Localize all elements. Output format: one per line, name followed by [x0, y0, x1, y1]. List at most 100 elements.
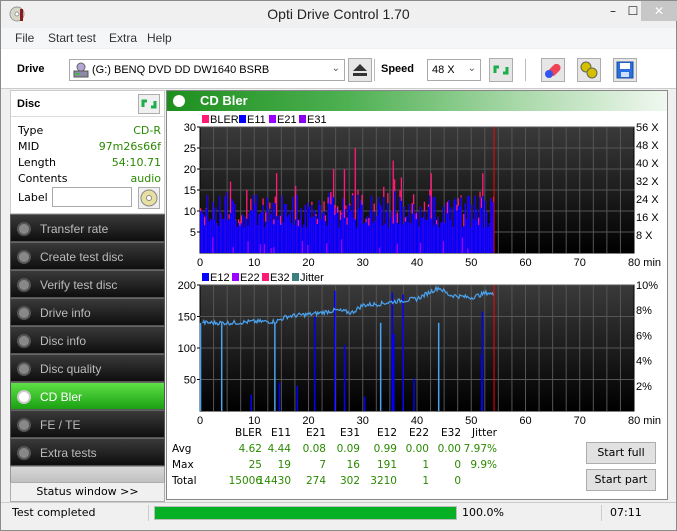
- e11-bar: [292, 196, 294, 253]
- nav-transfer-rate[interactable]: Transfer rate: [10, 214, 165, 242]
- e11-bar: [275, 216, 278, 253]
- charts-area: BLER E11 E21 E31 5 10 15 20 25 30 8 X 16 X 24 X 3…: [178, 114, 661, 427]
- chart2-plot: 50 100 150 200 2% 4% 6% 8% 10% 0 10 20 30 40 50 60 70 80 …: [178, 280, 661, 427]
- e11-bar: [311, 204, 313, 253]
- start-full-button[interactable]: Start full: [586, 442, 656, 464]
- nav-fe-te[interactable]: FE / TE: [10, 410, 165, 438]
- e11-bar: [248, 213, 251, 253]
- e11-bar: [235, 220, 237, 253]
- menu-start-test[interactable]: Start test: [48, 31, 96, 45]
- minimize-button[interactable]: –: [603, 1, 623, 21]
- e11-bar: [224, 196, 226, 253]
- nav-disc-info[interactable]: Disc info: [10, 326, 165, 354]
- e11-bar: [487, 227, 489, 253]
- maximize-button[interactable]: ☐: [623, 1, 643, 21]
- start-part-button[interactable]: Start part: [586, 469, 656, 491]
- y2-tick-label: 16 X: [636, 212, 659, 224]
- panel-title: CD Bler: [200, 93, 248, 108]
- e11-bar: [200, 211, 202, 253]
- e21-bar: [341, 239, 343, 253]
- e11-bar: [335, 207, 337, 253]
- y2-tick-label: 10%: [636, 280, 658, 292]
- status-divider: [148, 505, 149, 521]
- e11-bar: [331, 196, 333, 253]
- e11-bar: [350, 210, 352, 253]
- y-tick-label: 150: [178, 312, 196, 324]
- e11-bar: [209, 218, 211, 253]
- e11-bar: [434, 197, 436, 253]
- e11-bar: [406, 216, 408, 253]
- x-tick-label: 80 min: [628, 415, 661, 427]
- x-tick-label: 50: [465, 257, 477, 269]
- e11-bar: [233, 204, 236, 253]
- nav-extra-tests[interactable]: Extra tests: [10, 438, 165, 466]
- e11-bar: [433, 225, 435, 253]
- e11-bar: [393, 191, 396, 253]
- e11-bar: [464, 203, 466, 253]
- menu-help[interactable]: Help: [147, 31, 172, 45]
- e11-bar: [332, 197, 335, 253]
- status-bar: Test completed 100.0% 07:11: [1, 502, 676, 522]
- nav-verify-test-disc[interactable]: Verify test disc: [10, 270, 165, 298]
- menu-file[interactable]: File: [15, 31, 34, 45]
- e11-bar: [418, 226, 420, 253]
- e11-bar: [438, 227, 441, 253]
- e21-bar: [419, 242, 422, 253]
- drive-select[interactable]: (G:) BENQ DVD DD DW1640 BSRB ⌄: [69, 59, 345, 81]
- nav-drive-info[interactable]: Drive info: [10, 298, 165, 326]
- refresh-speed-button[interactable]: [489, 58, 513, 82]
- e11-bar: [437, 216, 439, 253]
- legend-swatch-e12: [202, 273, 209, 281]
- disc-refresh-button[interactable]: [138, 94, 160, 114]
- e11-bar: [206, 195, 209, 253]
- e11-bar: [402, 224, 404, 253]
- speed-select[interactable]: 48 X ⌄: [427, 59, 481, 81]
- disc-label-button[interactable]: [138, 187, 160, 209]
- close-button[interactable]: ✕: [641, 1, 677, 21]
- e11-bar: [421, 217, 423, 253]
- e21-bar: [461, 237, 464, 253]
- erase-button[interactable]: [541, 58, 565, 82]
- e11-bar: [210, 219, 213, 253]
- e11-bar: [324, 221, 327, 253]
- e11-bar: [243, 227, 245, 253]
- e12-bar: [402, 294, 404, 411]
- legend-swatch-e31: [299, 115, 306, 123]
- e11-bar: [313, 209, 316, 253]
- disc-header: Disc: [11, 91, 164, 117]
- e11-bar: [327, 203, 329, 253]
- test-nav: Transfer rate Create test disc Verify te…: [10, 214, 165, 488]
- e11-bar: [262, 205, 264, 253]
- eject-button[interactable]: [348, 58, 372, 82]
- e11-bar: [471, 204, 473, 253]
- x-tick-label: 30: [357, 257, 369, 269]
- stats-cell: 0: [454, 475, 461, 487]
- e21-bar: [263, 243, 266, 253]
- chevron-down-icon: ⌄: [467, 63, 476, 74]
- e11-bar: [486, 211, 488, 253]
- e11-bar: [449, 220, 451, 253]
- e21-bar: [273, 247, 275, 253]
- stats-col-header: E31: [340, 427, 360, 439]
- nav-cd-bler[interactable]: CD Bler: [10, 382, 165, 410]
- e11-bar: [358, 209, 361, 253]
- status-window-button[interactable]: Status window >>: [10, 482, 165, 502]
- e11-bar: [308, 207, 310, 253]
- e11-bar: [297, 226, 300, 253]
- nav-create-test-disc[interactable]: Create test disc: [10, 242, 165, 270]
- menu-extra[interactable]: Extra: [109, 31, 137, 45]
- disc-label-input[interactable]: [52, 187, 132, 207]
- e21-bar: [259, 244, 262, 253]
- e21-bar: [301, 240, 304, 253]
- e11-bar: [330, 204, 332, 253]
- settings-button[interactable]: [577, 58, 601, 82]
- y2-tick-label: 40 X: [636, 158, 659, 170]
- menu-bar: File Start test Extra Help: [1, 28, 676, 48]
- e11-bar: [465, 219, 468, 253]
- e11-bar: [414, 214, 416, 253]
- e11-bar: [362, 223, 365, 253]
- nav-disc-quality[interactable]: Disc quality: [10, 354, 165, 382]
- x-tick-label: 40: [411, 415, 423, 427]
- y2-tick-label: 2%: [636, 381, 652, 393]
- save-button[interactable]: [613, 58, 637, 82]
